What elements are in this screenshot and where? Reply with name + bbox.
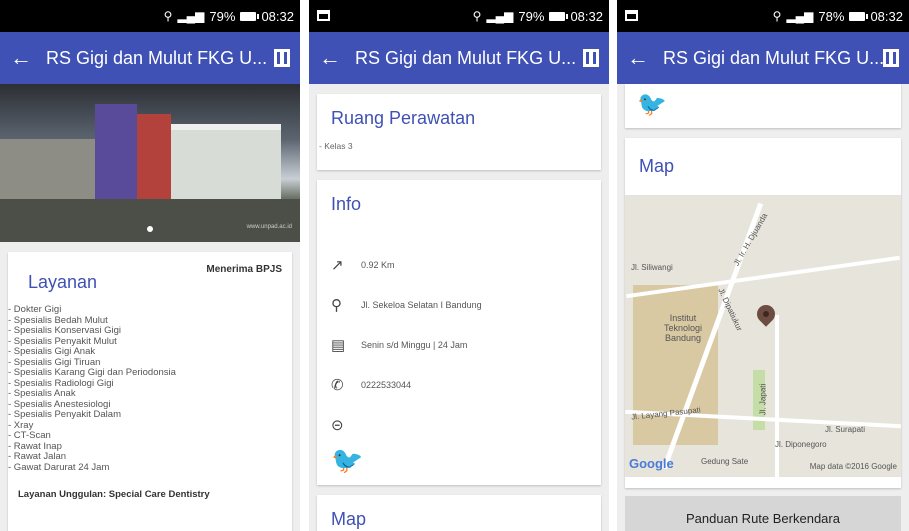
map-label: Jl. Ir. H. Djuanda: [731, 211, 770, 268]
list-item: - Spesialis Konservasi Gigi: [8, 325, 121, 336]
status-bar: ⚲ ▂▄▆ 79% 08:32: [0, 0, 300, 32]
phone-value: 0222533044: [361, 380, 412, 390]
campus-area: [633, 285, 718, 445]
building-white: [171, 124, 281, 199]
battery-icon: [240, 11, 260, 21]
back-arrow-icon[interactable]: ←: [10, 45, 46, 71]
location-icon: ⚲: [472, 9, 482, 23]
photo-watermark: www.unpad.ac.id: [246, 224, 292, 230]
list-item: - Dokter Gigi: [8, 304, 62, 315]
featured-service: Layanan Unggulan: Special Care Dentistry: [18, 489, 210, 500]
map-card: Map: [317, 495, 601, 531]
notification-icon: [625, 10, 638, 21]
map-attribution: Map data ©2016 Google: [809, 462, 897, 471]
app-bar: ← RS Gigi dan Mulut FKG U...: [0, 32, 300, 84]
page-title: RS Gigi dan Mulut FKG U...: [355, 47, 577, 68]
layanan-card: Layanan Menerima BPJS - Dokter Gigi - Sp…: [8, 252, 292, 531]
hospital-photo[interactable]: www.unpad.ac.id: [0, 84, 300, 242]
battery-icon: [849, 11, 869, 21]
page-title: RS Gigi dan Mulut FKG U...: [663, 47, 883, 68]
map-card: Map Jl. Siliwangi Jl. Ir. H. Djuanda Ins…: [625, 138, 901, 488]
screen-map: ⚲ ▂▄▆ 78% 08:32 ← RS Gigi dan Mulut FKG …: [617, 0, 909, 531]
back-arrow-icon[interactable]: ←: [627, 45, 663, 71]
address-row[interactable]: ⚲ Jl. Sekeloa Selatan I Bandung: [331, 285, 587, 325]
status-bar: ⚲ ▂▄▆ 79% 08:32: [309, 0, 609, 32]
location-icon: ⚲: [163, 9, 173, 23]
location-icon: ⚲: [772, 9, 782, 23]
list-item: - Spesialis Gigi Anak: [8, 346, 96, 357]
list-item: - Gawat Darurat 24 Jam: [8, 461, 110, 473]
map-label: Jl. Siliwangi: [631, 263, 673, 272]
social-card: 🐦: [625, 84, 901, 128]
screen-info: ⚲ ▂▄▆ 79% 08:32 ← RS Gigi dan Mulut FKG …: [309, 0, 609, 531]
location-pin-icon: ⚲: [331, 297, 342, 314]
map-label: Institut Teknologi Bandung: [663, 313, 703, 343]
battery-icon: [549, 11, 569, 21]
list-item: - Spesialis Anak: [8, 388, 76, 399]
link-row[interactable]: ⊝: [331, 405, 587, 445]
clock: 08:32: [261, 8, 294, 24]
ground: [0, 199, 300, 242]
screen-layanan: ⚲ ▂▄▆ 79% 08:32 ← RS Gigi dan Mulut FKG …: [0, 0, 300, 531]
link-icon: ⊝: [331, 417, 344, 434]
phone-icon: ✆: [331, 377, 344, 394]
distance-row: ↗ 0.92 Km: [331, 245, 587, 285]
hours-row: ▤ Senin s/d Minggu | 24 Jam: [331, 325, 587, 365]
building-red: [137, 114, 171, 199]
list-item: - Spesialis Karang Gigi dan Periodonsia: [8, 367, 176, 378]
status-bar: ⚲ ▂▄▆ 78% 08:32: [617, 0, 909, 32]
battery-percent: 79%: [518, 8, 545, 24]
map-label: Jl. Japati: [758, 383, 768, 416]
info-heading: Info: [331, 194, 362, 214]
building-left: [0, 139, 95, 199]
twitter-icon[interactable]: 🐦: [331, 445, 587, 476]
app-bar: ← RS Gigi dan Mulut FKG U...: [309, 32, 609, 84]
driving-directions-button[interactable]: Panduan Rute Berkendara: [625, 496, 901, 531]
map-icon[interactable]: [883, 49, 899, 67]
road: [775, 315, 779, 477]
distance-value: 0.92 Km: [361, 260, 395, 270]
list-item: - CT-Scan: [8, 430, 51, 441]
list-item: - Rawat Jalan: [8, 451, 67, 462]
list-item: - Spesialis Penyakit Dalam: [8, 409, 121, 420]
clock: 08:32: [870, 8, 903, 24]
info-card: Info ↗ 0.92 Km ⚲ Jl. Sekeloa Selatan I B…: [317, 180, 601, 485]
google-map[interactable]: Jl. Siliwangi Jl. Ir. H. Djuanda Institu…: [625, 195, 901, 477]
building-purple: [95, 104, 137, 199]
map-label: Jl. Diponegoro: [775, 440, 827, 449]
signal-icon: ▂▄▆: [486, 9, 514, 23]
hours-value: Senin s/d Minggu | 24 Jam: [361, 340, 468, 350]
map-label: Gedung Sate: [701, 457, 749, 466]
layanan-heading: Layanan: [28, 272, 98, 292]
notification-icon: [317, 10, 330, 21]
phone-row[interactable]: ✆ 0222533044: [331, 365, 587, 405]
battery-percent: 79%: [209, 8, 236, 24]
carousel-indicator: [147, 226, 153, 232]
map-icon[interactable]: [274, 49, 290, 67]
google-logo[interactable]: Google: [629, 456, 674, 471]
ruang-heading: Ruang Perawatan: [331, 108, 476, 128]
page-title: RS Gigi dan Mulut FKG U...: [46, 47, 268, 68]
address-value: Jl. Sekeloa Selatan I Bandung: [361, 300, 482, 310]
bpjs-badge: Menerima BPJS: [206, 264, 282, 275]
service-list: - Dokter Gigi - Spesialis Bedah Mulut - …: [8, 304, 282, 473]
direction-arrow-icon: ↗: [331, 257, 344, 274]
ruang-text: - Kelas 3: [319, 141, 353, 151]
map-heading: Map: [331, 509, 367, 529]
back-arrow-icon[interactable]: ←: [319, 45, 355, 71]
ruang-perawatan-card: Ruang Perawatan - Kelas 3: [317, 94, 601, 170]
clock: 08:32: [570, 8, 603, 24]
battery-percent: 78%: [818, 8, 845, 24]
signal-icon: ▂▄▆: [177, 9, 205, 23]
map-icon[interactable]: [583, 49, 599, 67]
map-heading: Map: [639, 156, 675, 176]
signal-icon: ▂▄▆: [786, 9, 814, 23]
clipboard-icon: ▤: [331, 337, 346, 354]
app-bar: ← RS Gigi dan Mulut FKG U...: [617, 32, 909, 84]
twitter-icon[interactable]: 🐦: [637, 90, 889, 119]
map-label: Jl. Surapati: [825, 425, 866, 434]
